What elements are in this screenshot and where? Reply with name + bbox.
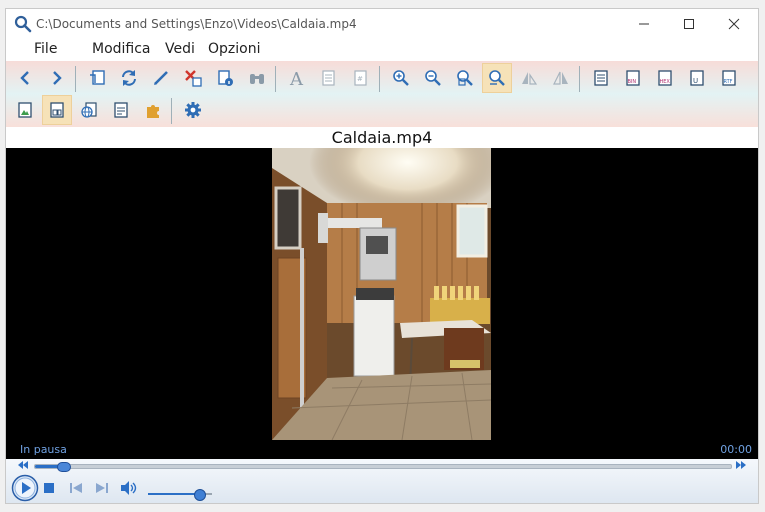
zoom-fit-icon[interactable]: [450, 63, 480, 93]
settings-gear-icon[interactable]: [178, 95, 208, 125]
unicode-icon[interactable]: U: [682, 63, 712, 93]
player-controls: [6, 459, 758, 503]
toolbar-separator: [171, 98, 172, 124]
properties-icon[interactable]: [210, 63, 240, 93]
thumbnail-view-icon[interactable]: [42, 95, 72, 125]
toolbar-separator: [275, 66, 276, 92]
menu-file[interactable]: File: [34, 41, 57, 57]
svg-text:A: A: [289, 69, 304, 87]
toolbar-separator: [379, 66, 380, 92]
open-with-icon[interactable]: [82, 63, 112, 93]
seek-handle[interactable]: [56, 462, 71, 472]
delete-icon[interactable]: [178, 63, 208, 93]
magnifier-icon: [14, 15, 32, 33]
flip-horizontal-icon[interactable]: [514, 63, 544, 93]
text-doc-icon[interactable]: [106, 95, 136, 125]
svg-text:#: #: [357, 75, 363, 83]
unicode-label: U: [693, 77, 698, 85]
page-icon[interactable]: [314, 63, 344, 93]
page-numbered-icon[interactable]: #: [346, 63, 376, 93]
video-frame[interactable]: [272, 148, 491, 440]
menu-modifica[interactable]: Modifica: [92, 41, 151, 57]
zoom-original-icon[interactable]: [482, 63, 512, 93]
hex-label: HEX: [660, 79, 671, 85]
seek-bar[interactable]: [34, 462, 732, 472]
toolbar-separator: [579, 66, 580, 92]
previous-button[interactable]: [68, 481, 84, 495]
play-button[interactable]: [10, 473, 40, 503]
bin-label: BIN: [628, 79, 637, 85]
stop-button[interactable]: [42, 481, 56, 495]
back-arrow-icon[interactable]: [10, 63, 40, 93]
forward-arrow-icon[interactable]: [42, 63, 72, 93]
menu-vedi[interactable]: Vedi: [165, 41, 195, 57]
maximize-button[interactable]: [666, 9, 711, 39]
edit-pencil-icon[interactable]: [146, 63, 176, 93]
seek-back-icon[interactable]: [16, 460, 30, 470]
toolbar-separator: [75, 66, 76, 92]
zoom-in-icon[interactable]: [386, 63, 416, 93]
flip-mirror-icon[interactable]: [546, 63, 576, 93]
volume-slider[interactable]: [148, 489, 212, 501]
next-button[interactable]: [94, 481, 110, 495]
doc-icon[interactable]: [586, 63, 616, 93]
image-view-icon[interactable]: [10, 95, 40, 125]
seek-forward-icon[interactable]: [734, 460, 748, 470]
bin-icon[interactable]: BIN: [618, 63, 648, 93]
title-bar: C:\Documents and Settings\Enzo\Videos\Ca…: [6, 9, 758, 39]
close-button[interactable]: [711, 9, 756, 39]
file-name-label: Caldaia.mp4: [6, 127, 758, 148]
plugin-icon[interactable]: [138, 95, 168, 125]
rtf-label: RTF: [724, 79, 733, 85]
refresh-icon[interactable]: [114, 63, 144, 93]
playback-status: In pausa: [20, 443, 67, 456]
web-icon[interactable]: [74, 95, 104, 125]
volume-level: [148, 493, 200, 495]
rtf-icon[interactable]: RTF: [714, 63, 744, 93]
menu-opzioni[interactable]: Opzioni: [208, 41, 260, 57]
app-window: C:\Documents and Settings\Enzo\Videos\Ca…: [5, 8, 759, 504]
hex-icon[interactable]: HEX: [650, 63, 680, 93]
toolbar: A # BIN HEX U RTF: [6, 61, 758, 127]
minimize-button[interactable]: [621, 9, 666, 39]
volume-handle[interactable]: [194, 489, 207, 501]
media-player: In pausa 00:00: [6, 148, 758, 503]
zoom-out-icon[interactable]: [418, 63, 448, 93]
volume-speaker-icon[interactable]: [120, 480, 138, 496]
binoculars-icon[interactable]: [242, 63, 272, 93]
window-title: C:\Documents and Settings\Enzo\Videos\Ca…: [36, 17, 357, 31]
font-icon[interactable]: A: [282, 63, 312, 93]
menu-bar: File Modifica Vedi Opzioni: [6, 39, 758, 61]
time-display: 00:00: [720, 443, 752, 456]
